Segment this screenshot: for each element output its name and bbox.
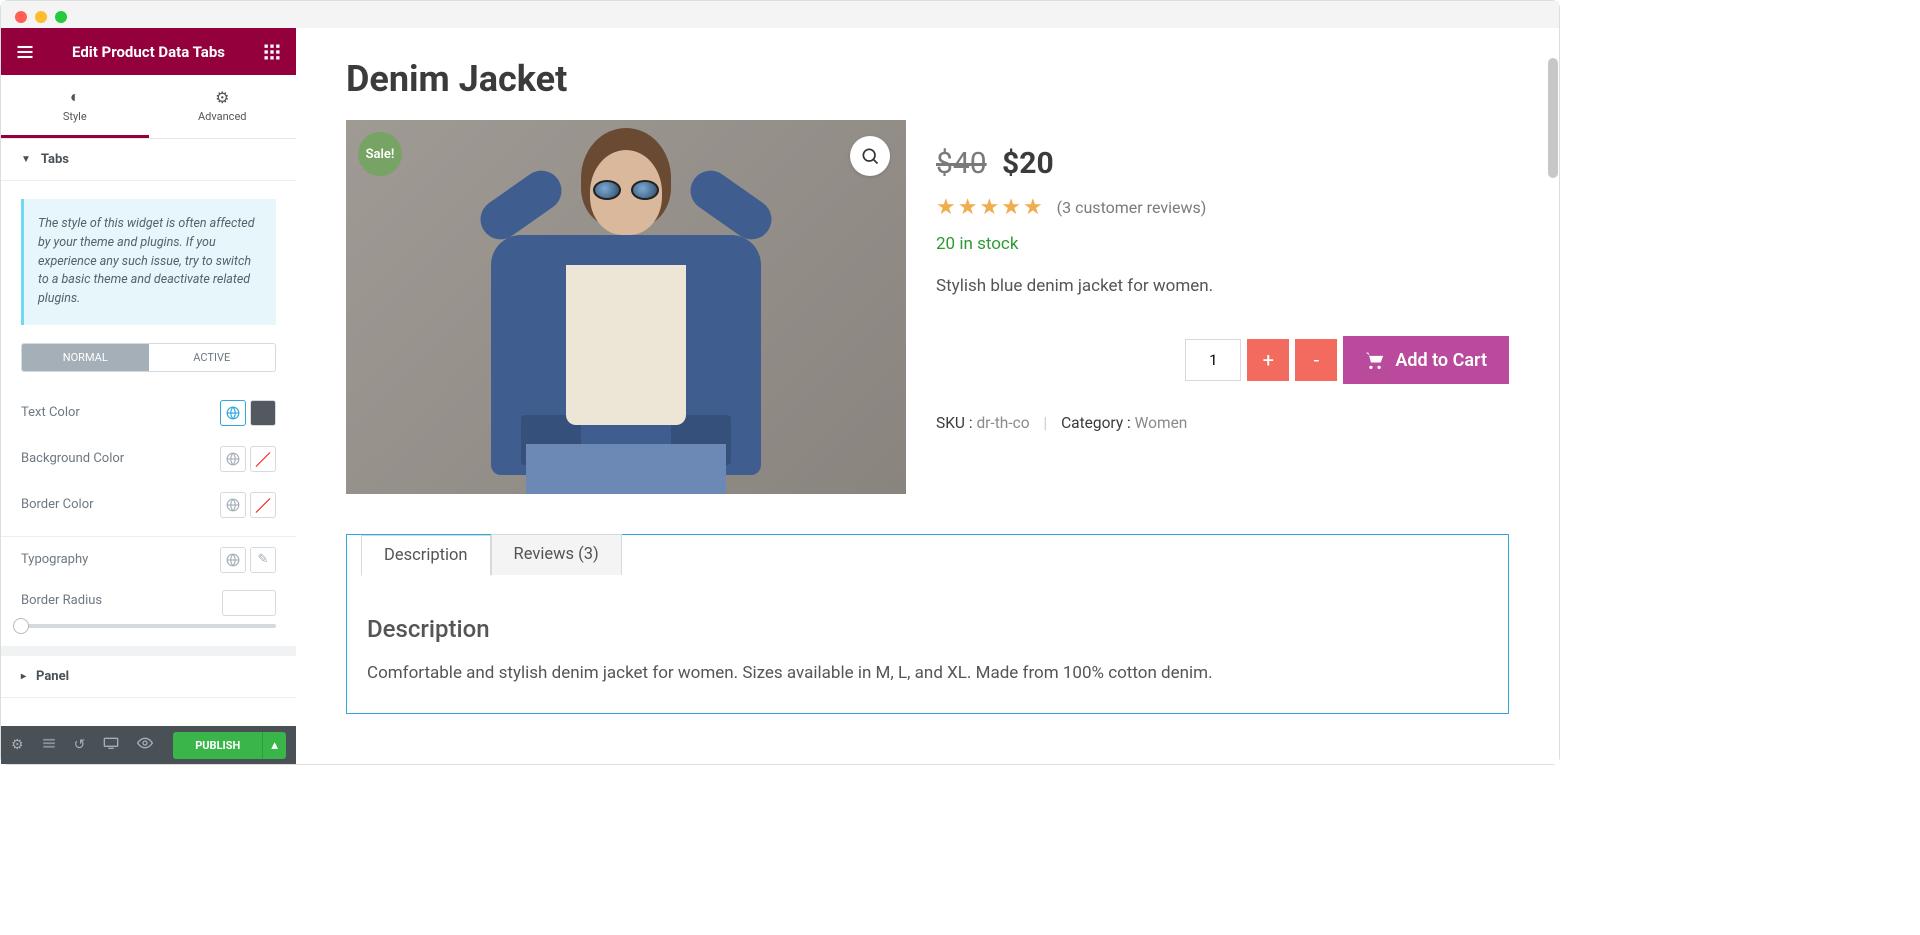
state-tabs: Normal Active bbox=[21, 343, 276, 372]
section-tabs-label: Tabs bbox=[41, 152, 69, 167]
background-color-row: Background Color bbox=[1, 436, 296, 482]
section-tabs-toggle[interactable]: ▼ Tabs bbox=[1, 139, 296, 181]
data-panel-content: Comfortable and stylish denim jacket for… bbox=[367, 663, 1488, 683]
data-tab-description[interactable]: Description bbox=[361, 535, 491, 576]
text-color-row: Text Color bbox=[1, 390, 296, 436]
tab-advanced[interactable]: ⚙ Advanced bbox=[149, 75, 297, 138]
quantity-minus-button[interactable]: - bbox=[1295, 339, 1337, 381]
border-color-swatch[interactable] bbox=[250, 492, 276, 518]
rating-row: ★★★★★ (3 customer reviews) bbox=[936, 195, 1509, 220]
background-color-swatch[interactable] bbox=[250, 446, 276, 472]
window-maximize-icon[interactable] bbox=[55, 11, 67, 23]
price-row: $40 $20 bbox=[936, 146, 1509, 181]
product-data-tabs: Description Reviews (3) Description Comf… bbox=[346, 534, 1509, 714]
price-new: $20 bbox=[1002, 146, 1054, 181]
category-value[interactable]: Women bbox=[1135, 414, 1188, 432]
border-color-row: Border Color bbox=[1, 482, 296, 528]
main-scrollbar[interactable] bbox=[1548, 58, 1558, 724]
sidebar-footer: ⚙ ↺ Publish ▴ bbox=[1, 726, 296, 764]
typography-label: Typography bbox=[21, 552, 88, 567]
short-description: Stylish blue denim jacket for women. bbox=[936, 276, 1509, 296]
data-panel-title: Description bbox=[367, 615, 1488, 643]
background-color-label: Background Color bbox=[21, 451, 124, 466]
publish-options-button[interactable]: ▴ bbox=[262, 732, 286, 759]
quantity-plus-button[interactable]: + bbox=[1247, 339, 1289, 381]
info-note: The style of this widget is often affect… bbox=[21, 199, 276, 325]
window-controls bbox=[15, 11, 67, 23]
data-tab-panel: Description Comfortable and stylish deni… bbox=[347, 575, 1508, 713]
section-panel-label: Panel bbox=[36, 669, 69, 684]
sidebar-header: Edit Product Data Tabs bbox=[1, 28, 296, 75]
sku-label: SKU : bbox=[936, 414, 973, 432]
border-radius-label: Border Radius bbox=[21, 593, 102, 608]
contrast-icon: ◐ bbox=[70, 87, 80, 107]
product-image[interactable]: Sale! bbox=[346, 120, 906, 494]
slider-thumb[interactable] bbox=[13, 618, 29, 634]
scrollbar-thumb[interactable] bbox=[1548, 58, 1558, 178]
data-tab-reviews[interactable]: Reviews (3) bbox=[491, 534, 622, 575]
add-to-cart-button[interactable]: Add to Cart bbox=[1343, 336, 1509, 384]
tab-style[interactable]: ◐ Style bbox=[1, 75, 149, 138]
typography-global-icon[interactable] bbox=[220, 547, 246, 573]
settings-icon[interactable]: ⚙ bbox=[11, 737, 24, 753]
responsive-icon[interactable] bbox=[103, 736, 119, 754]
background-color-global-icon[interactable] bbox=[220, 446, 246, 472]
window-minimize-icon[interactable] bbox=[35, 11, 47, 23]
tab-advanced-label: Advanced bbox=[198, 110, 246, 123]
product-top-section: Sale! bbox=[346, 120, 1509, 494]
data-tabs-list: Description Reviews (3) bbox=[347, 534, 1508, 575]
product-meta: SKU : dr-th-co | Category : Women bbox=[936, 414, 1509, 432]
window-close-icon[interactable] bbox=[15, 11, 27, 23]
state-tab-active[interactable]: Active bbox=[149, 344, 276, 371]
widgets-grid-icon[interactable] bbox=[262, 42, 282, 62]
caret-down-icon: ▼ bbox=[21, 154, 31, 165]
border-color-global-icon[interactable] bbox=[220, 492, 246, 518]
gear-icon: ⚙ bbox=[215, 88, 229, 107]
sale-badge: Sale! bbox=[358, 132, 402, 176]
text-color-swatch[interactable] bbox=[250, 400, 276, 426]
typography-row: Typography ✎ bbox=[1, 537, 296, 583]
sidebar-title: Edit Product Data Tabs bbox=[72, 43, 225, 61]
main-canvas: Denim Jacket Sale! bbox=[296, 28, 1559, 764]
quantity-input[interactable] bbox=[1185, 339, 1241, 381]
border-radius-slider[interactable] bbox=[21, 624, 276, 628]
stock-indicator: 20 in stock bbox=[936, 234, 1509, 254]
navigator-icon[interactable] bbox=[42, 736, 56, 754]
text-color-global-icon[interactable] bbox=[220, 400, 246, 426]
cart-controls: + - Add to Cart bbox=[936, 336, 1509, 384]
add-to-cart-label: Add to Cart bbox=[1395, 350, 1487, 371]
publish-button[interactable]: Publish bbox=[173, 732, 262, 759]
zoom-icon[interactable] bbox=[850, 136, 890, 176]
stars-icon: ★★★★★ bbox=[936, 195, 1043, 220]
editor-top-tabs: ◐ Style ⚙ Advanced bbox=[1, 75, 296, 139]
state-tab-normal[interactable]: Normal bbox=[22, 344, 149, 371]
product-title: Denim Jacket bbox=[346, 58, 1509, 100]
reviews-link[interactable]: (3 customer reviews) bbox=[1057, 198, 1207, 217]
preview-icon[interactable] bbox=[137, 737, 153, 753]
typography-edit-icon[interactable]: ✎ bbox=[250, 547, 276, 573]
product-info: $40 $20 ★★★★★ (3 customer reviews) 20 in… bbox=[936, 120, 1509, 494]
text-color-label: Text Color bbox=[21, 405, 80, 420]
border-color-label: Border Color bbox=[21, 497, 94, 512]
editor-sidebar: Edit Product Data Tabs ◐ Style ⚙ Advance… bbox=[1, 28, 296, 764]
caret-right-icon: ▸ bbox=[21, 671, 26, 682]
price-old: $40 bbox=[936, 146, 987, 181]
border-radius-input[interactable] bbox=[222, 590, 276, 616]
cart-icon bbox=[1365, 351, 1385, 369]
tab-style-label: Style bbox=[63, 110, 87, 123]
sku-value: dr-th-co bbox=[976, 414, 1029, 432]
border-radius-slider-row bbox=[1, 608, 296, 646]
product-figure bbox=[446, 120, 806, 494]
category-label: Category : bbox=[1061, 414, 1131, 432]
section-panel-toggle[interactable]: ▸ Panel bbox=[1, 656, 296, 698]
editor-panel: ▼ Tabs The style of this widget is often… bbox=[1, 139, 296, 698]
menu-icon[interactable] bbox=[15, 42, 35, 62]
history-icon[interactable]: ↺ bbox=[74, 737, 86, 753]
